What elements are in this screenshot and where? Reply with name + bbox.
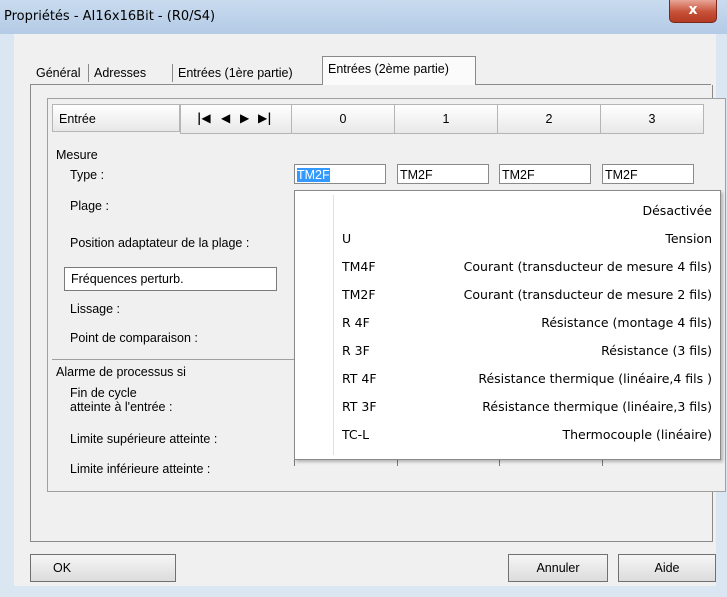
dropdown-option[interactable]: TC-L Thermocouple (linéaire) — [295, 423, 720, 449]
dropdown-option[interactable]: Désactivée — [295, 199, 720, 225]
help-button[interactable]: Aide — [618, 554, 716, 582]
option-description: Tension — [665, 231, 712, 246]
tab-entrees-2-label: Entrées (2ème partie) — [328, 62, 449, 76]
option-code: TC-L — [342, 427, 370, 442]
section-divider — [52, 359, 295, 360]
type-select-1[interactable]: TM2F — [397, 164, 489, 184]
option-code: TM4F — [342, 259, 376, 274]
option-description: Désactivée — [642, 203, 712, 218]
tab-general[interactable]: Général — [33, 62, 83, 84]
dropdown-option[interactable]: R 4F Résistance (montage 4 fils) — [295, 311, 720, 337]
channel-label: 0 — [339, 112, 347, 126]
dropdown-option[interactable]: R 3F Résistance (3 fils) — [295, 339, 720, 365]
dropdown-option[interactable]: TM2F Courant (transducteur de mesure 2 fi… — [295, 283, 720, 309]
fin-cycle-label: Fin de cycle — [70, 386, 137, 400]
tab-entrees-2[interactable]: Entrées (2ème partie) — [322, 56, 476, 85]
alarme-group-label: Alarme de processus si — [56, 365, 186, 379]
option-code: RT 4F — [342, 371, 377, 386]
dropdown-option[interactable]: RT 3F Résistance thermique (linéaire,3 fi… — [295, 395, 720, 421]
type-select-3[interactable]: TM2F — [602, 164, 694, 184]
close-icon: x — [688, 2, 698, 18]
cancel-button[interactable]: Annuler — [508, 554, 608, 582]
channel-label: 1 — [442, 112, 450, 126]
option-description: Résistance (montage 4 fils) — [541, 315, 712, 330]
option-code: RT 3F — [342, 399, 377, 414]
channel-header: 2 — [497, 104, 601, 134]
entry-header: Entrée — [52, 104, 180, 132]
type-value: TM2F — [297, 168, 330, 182]
channel-label: 2 — [545, 112, 553, 126]
entry-header-label: Entrée — [59, 112, 96, 126]
channel-header: 3 — [600, 104, 704, 134]
mesure-group-label: Mesure — [56, 148, 98, 162]
option-description: Courant (transducteur de mesure 4 fils) — [463, 259, 712, 274]
tab-entrees-1[interactable]: Entrées (1ère partie) — [175, 62, 296, 84]
type-select-2[interactable]: TM2F — [499, 164, 591, 184]
previous-icon[interactable]: ◀ — [221, 111, 230, 125]
fin-cycle-label-2: atteinte à l'entrée : — [70, 400, 173, 414]
option-code: R 4F — [342, 315, 370, 330]
comparaison-label: Point de comparaison : — [70, 331, 198, 345]
limite-inf-label: Limite inférieure atteinte : — [70, 462, 211, 476]
frequency-field[interactable]: Fréquences perturb. — [64, 267, 277, 291]
position-label: Position adaptateur de la plage : — [70, 236, 250, 250]
type-value: TM2F — [400, 168, 433, 182]
dropdown-option[interactable]: RT 4F Résistance thermique (linéaire,4 fi… — [295, 367, 720, 393]
limite-sup-label: Limite supérieure atteinte : — [70, 432, 218, 446]
plage-label: Plage : — [70, 199, 109, 213]
tab-separator — [88, 64, 89, 82]
option-code: R 3F — [342, 343, 370, 358]
tab-adresses[interactable]: Adresses — [91, 62, 149, 84]
option-description: Résistance thermique (linéaire,4 fils ) — [478, 371, 712, 386]
channel-label: 3 — [648, 112, 656, 126]
option-description: Courant (transducteur de mesure 2 fils) — [463, 287, 712, 302]
dropdown-option[interactable]: TM4F Courant (transducteur de mesure 4 fi… — [295, 255, 720, 281]
window-title: Propriétés - AI16x16Bit - (R0/S4) — [4, 9, 216, 24]
tab-separator — [172, 64, 173, 82]
next-icon[interactable]: ▶ — [240, 111, 249, 125]
option-code: U — [342, 231, 352, 246]
close-button[interactable]: x — [669, 0, 717, 23]
title-bar: Propriétés - AI16x16Bit - (R0/S4) x — [0, 0, 727, 34]
lissage-label: Lissage : — [70, 302, 121, 316]
option-code: TM2F — [342, 287, 376, 302]
type-value: TM2F — [605, 168, 638, 182]
type-value: TM2F — [502, 168, 535, 182]
option-description: Résistance (3 fils) — [601, 343, 712, 358]
option-description: Thermocouple (linéaire) — [562, 427, 712, 442]
type-dropdown-list[interactable]: Désactivée U Tension TM4F Courant (transdu… — [294, 190, 721, 460]
option-description: Résistance thermique (linéaire,3 fils) — [482, 399, 712, 414]
last-icon[interactable]: ▶| — [258, 111, 272, 125]
channel-header: 0 — [291, 104, 395, 134]
type-label: Type : — [70, 168, 105, 182]
type-select-0[interactable]: TM2F — [294, 164, 386, 184]
dropdown-option[interactable]: U Tension — [295, 227, 720, 253]
first-icon[interactable]: |◀ — [197, 111, 211, 125]
ok-button[interactable]: OK — [30, 554, 176, 582]
channel-header: 1 — [394, 104, 498, 134]
